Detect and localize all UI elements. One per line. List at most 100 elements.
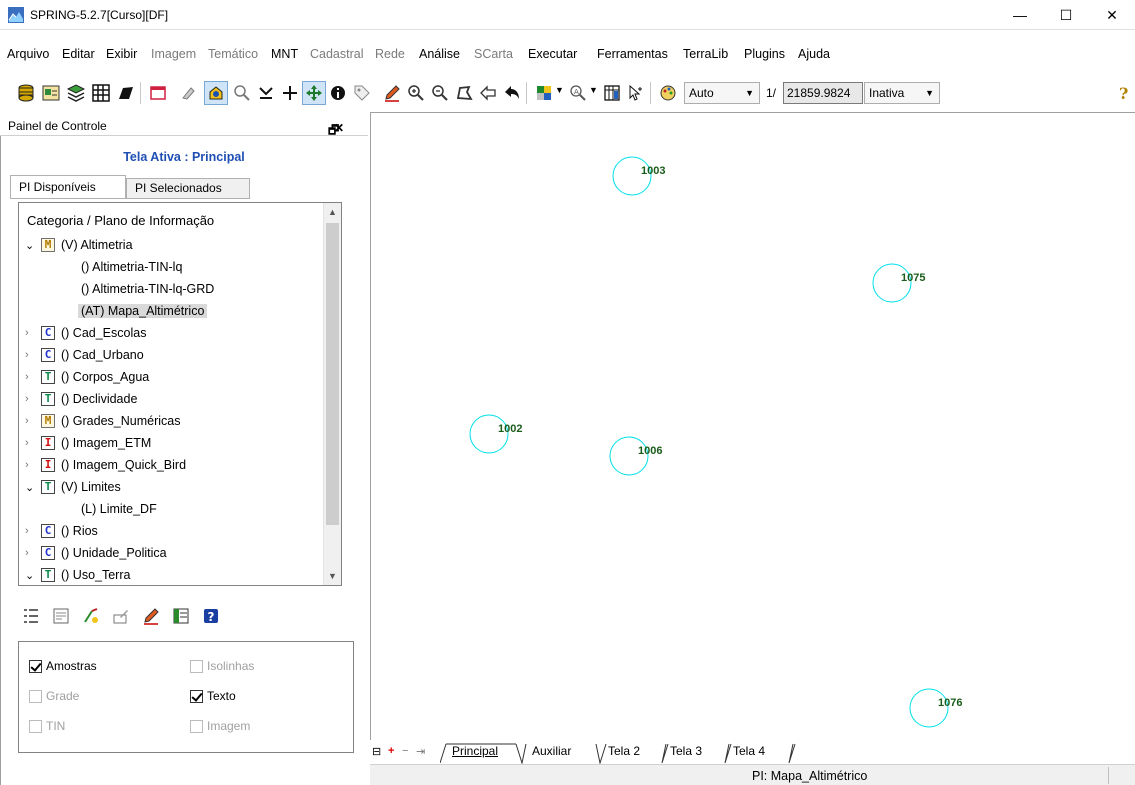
category-stack-icon[interactable] [64, 81, 88, 105]
menu-executar[interactable]: Executar [528, 47, 577, 61]
polygon-icon[interactable] [114, 81, 138, 105]
tree-category-uso-terra[interactable]: ⌄ T () Uso_Terra [25, 564, 130, 585]
list-icon[interactable] [20, 605, 42, 627]
chevron-right-icon[interactable]: › [25, 393, 41, 405]
map-canvas[interactable]: 1003 1075 1002 1006 1076 [370, 112, 1135, 740]
scroll-thumb[interactable] [326, 223, 339, 525]
tin-option[interactable]: TIN [29, 719, 65, 733]
tree-category-declividade[interactable]: › T () Declividade [25, 388, 137, 410]
grid-icon[interactable] [89, 81, 113, 105]
remove-screen-icon[interactable]: − [402, 745, 408, 757]
grade-checkbox[interactable] [29, 689, 42, 703]
properties-icon[interactable] [50, 605, 72, 627]
add-screen-icon[interactable]: + [388, 745, 394, 757]
isolinhas-option[interactable]: Isolinhas [190, 659, 254, 673]
scroll-up-icon[interactable]: ▲ [328, 207, 337, 217]
select-down-icon[interactable] [254, 81, 278, 105]
menu-ajuda[interactable]: Ajuda [798, 47, 830, 61]
chevron-down-icon[interactable]: ⌄ [25, 569, 41, 582]
project-icon[interactable] [39, 81, 63, 105]
imagem-checkbox[interactable] [190, 719, 203, 733]
chevron-right-icon[interactable]: › [25, 371, 41, 383]
tree-pi-altimetria-tin[interactable]: () Altimetria-TIN-lq [81, 256, 182, 278]
help-icon[interactable]: ? [1112, 81, 1135, 105]
tree-category-limites[interactable]: ⌄ T (V) Limites [25, 476, 121, 498]
database-icon[interactable] [14, 81, 38, 105]
undo-icon[interactable] [500, 81, 524, 105]
zoom-mode-select[interactable]: Auto ▼ [684, 82, 760, 104]
menu-exibir[interactable]: Exibir [106, 47, 137, 61]
menu-arquivo[interactable]: Arquivo [7, 47, 49, 61]
menu-cadastral[interactable]: Cadastral [310, 47, 364, 61]
zoom-in-icon[interactable] [404, 81, 428, 105]
chevron-right-icon[interactable]: › [25, 437, 41, 449]
color-wheel-icon[interactable] [656, 81, 680, 105]
palette-dropdown-icon[interactable]: ▼ [555, 85, 564, 95]
window-red-icon[interactable] [146, 81, 170, 105]
edit-table-icon[interactable] [110, 605, 132, 627]
tree-category-grades-numericas[interactable]: › M () Grades_Numéricas [25, 410, 180, 432]
tree-pi-limite-df[interactable]: (L) Limite_DF [81, 498, 157, 520]
menu-ferramentas[interactable]: Ferramentas [597, 47, 668, 61]
info-icon[interactable] [326, 81, 350, 105]
chevron-right-icon[interactable]: › [25, 525, 41, 537]
menu-plugins[interactable]: Plugins [744, 47, 785, 61]
zoom-area-icon[interactable] [452, 81, 476, 105]
minimize-button[interactable]: — [997, 0, 1043, 30]
tree-category-cad-escolas[interactable]: › C () Cad_Escolas [25, 322, 146, 344]
tree-category-imagem-quick-bird[interactable]: › I () Imagem_Quick_Bird [25, 454, 186, 476]
tree-category-unidade-politica[interactable]: › C () Unidade_Politica [25, 542, 167, 564]
chevron-right-icon[interactable]: › [25, 327, 41, 339]
tag-icon[interactable] [350, 81, 374, 105]
tree-category-corpos-agua[interactable]: › T () Corpos_Agua [25, 366, 149, 388]
zoom-search-icon[interactable] [230, 81, 254, 105]
chevron-right-icon[interactable]: › [25, 349, 41, 361]
color-palette-icon[interactable] [532, 81, 556, 105]
tab-pi-disponiveis[interactable]: PI Disponíveis [10, 175, 126, 199]
isolinhas-checkbox[interactable] [190, 659, 203, 673]
add-point-icon[interactable] [278, 81, 302, 105]
restore-icon[interactable]: ⊟ [372, 745, 381, 758]
table-icon[interactable] [600, 81, 624, 105]
scale-input[interactable]: 21859.9824 [783, 82, 863, 104]
zoom-factor-dropdown-icon[interactable]: ▼ [589, 85, 598, 95]
grade-option[interactable]: Grade [29, 689, 79, 703]
state-select[interactable]: Inativa ▼ [864, 82, 940, 104]
zoom-out-icon[interactable] [428, 81, 452, 105]
texto-option[interactable]: Texto [190, 689, 236, 703]
menu-rede[interactable]: Rede [375, 47, 405, 61]
menu-mnt[interactable]: MNT [271, 47, 298, 61]
zoom-factor-icon[interactable]: A [566, 81, 590, 105]
tree-category-rios[interactable]: › C () Rios [25, 520, 98, 542]
imagem-option[interactable]: Imagem [190, 719, 250, 733]
pencil-edit-icon[interactable] [140, 605, 162, 627]
chevron-right-icon[interactable]: › [25, 415, 41, 427]
expand-icon[interactable]: ⇥ [416, 745, 425, 758]
eraser-icon[interactable] [176, 81, 200, 105]
layout-icon[interactable] [170, 605, 192, 627]
chevron-right-icon[interactable]: › [25, 547, 41, 559]
tree-scrollbar[interactable]: ▲ ▼ [323, 203, 341, 585]
amostras-option[interactable]: Amostras [29, 659, 97, 673]
cursor-plus-icon[interactable] [624, 81, 648, 105]
visual-edit-icon[interactable] [80, 605, 102, 627]
menu-terralib[interactable]: TerraLib [683, 47, 728, 61]
tin-checkbox[interactable] [29, 719, 42, 733]
chevron-right-icon[interactable]: › [25, 459, 41, 471]
menu-scarta[interactable]: SCarta [474, 47, 513, 61]
menu-editar[interactable]: Editar [62, 47, 95, 61]
back-arrow-icon[interactable] [476, 81, 500, 105]
tree-category-cad-urbano[interactable]: › C () Cad_Urbano [25, 344, 144, 366]
pencil-icon[interactable] [380, 81, 404, 105]
tab-pi-selecionados[interactable]: PI Selecionados [126, 178, 250, 199]
pan-icon[interactable] [302, 81, 326, 105]
chevron-down-icon[interactable]: ⌄ [25, 239, 41, 252]
close-button[interactable]: ✕ [1089, 0, 1135, 30]
menu-analise[interactable]: Análise [419, 47, 460, 61]
scroll-down-icon[interactable]: ▼ [328, 571, 337, 581]
help-question-icon[interactable]: ? [200, 605, 222, 627]
tree-category-imagem-etm[interactable]: › I () Imagem_ETM [25, 432, 151, 454]
draw-active-icon[interactable] [204, 81, 228, 105]
menu-imagem[interactable]: Imagem [151, 47, 196, 61]
tree-category-altimetria[interactable]: ⌄ M (V) Altimetria [25, 234, 133, 256]
